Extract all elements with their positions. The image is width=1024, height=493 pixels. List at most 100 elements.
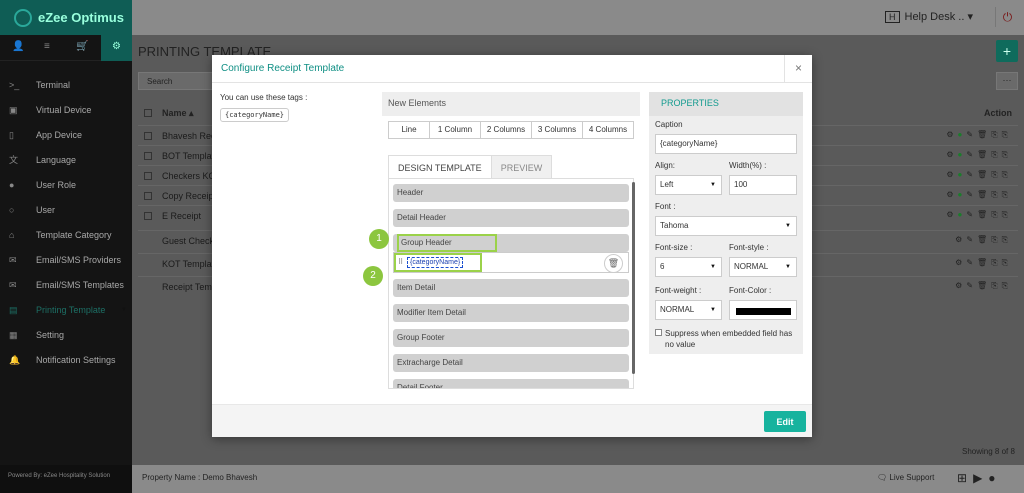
group-header-section[interactable]: Group Header: [393, 234, 629, 252]
tab-preview[interactable]: PREVIEW: [491, 155, 553, 179]
tag-category-name[interactable]: {categoryName}: [220, 108, 290, 122]
suppress-option: Suppress when embedded field has no valu…: [655, 328, 800, 350]
drag-handle-icon[interactable]: ⠿: [398, 258, 403, 266]
virtual-device-icon: ▣: [9, 105, 18, 115]
bottom-bar: Property Name : Demo Bhavesh 🗨 Live Supp…: [132, 465, 1024, 493]
detail-header-section[interactable]: Detail Header: [393, 209, 629, 227]
gear-icon: ⚙: [112, 41, 121, 52]
font-size-select[interactable]: 6: [655, 257, 722, 277]
design-scrollbar[interactable]: [632, 182, 635, 374]
suppress-checkbox[interactable]: [655, 329, 662, 336]
row-checkbox[interactable]: [144, 192, 152, 200]
sidebar-item-user-role[interactable]: ● User Role: [0, 173, 132, 198]
row-actions[interactable]: ⚙●✎🗑⎘⎘: [946, 190, 1012, 200]
font-label: Font :: [655, 202, 676, 211]
power-icon[interactable]: ⏻: [995, 7, 1019, 27]
select-all-checkbox[interactable]: [144, 109, 152, 117]
row-actions[interactable]: ⚙✎🗑⎘⎘: [955, 258, 1012, 268]
sidebar-item-label: Terminal: [36, 80, 71, 90]
four-columns-option[interactable]: 4 Columns: [583, 122, 633, 138]
two-columns-option[interactable]: 2 Columns: [481, 122, 532, 138]
play-store-icon[interactable]: ▶: [973, 471, 988, 485]
row-actions[interactable]: ⚙●✎🗑⎘⎘: [946, 130, 1012, 140]
one-column-option[interactable]: 1 Column: [430, 122, 481, 138]
group-header-label: Group Header: [397, 234, 497, 252]
sidebar-item-virtual-device[interactable]: ▣ Virtual Device: [0, 98, 132, 123]
edit-button[interactable]: Edit: [764, 411, 806, 432]
sidebar-item-template-category[interactable]: ⌂ Template Category: [0, 223, 132, 248]
apple-icon[interactable]: ●: [988, 471, 1001, 485]
sidebar-item-email-sms-templates[interactable]: ✉ Email/SMS Templates: [0, 273, 132, 298]
row-name: KOT Templat: [162, 259, 215, 269]
tab-design-template[interactable]: DESIGN TEMPLATE: [388, 155, 492, 179]
item-detail-section[interactable]: Item Detail: [393, 279, 629, 297]
align-select[interactable]: Left: [655, 175, 722, 195]
extracharge-detail-section[interactable]: Extracharge Detail: [393, 354, 629, 372]
sidebar-item-language[interactable]: 文 Language: [0, 148, 132, 173]
trash-icon[interactable]: 🗑: [604, 254, 623, 273]
windows-icon[interactable]: ⊞: [957, 471, 973, 485]
font-style-select[interactable]: NORMAL: [729, 257, 797, 277]
category-name-field[interactable]: ⠿ {categoryName}: [394, 253, 482, 272]
column-name[interactable]: Name ▴: [162, 108, 194, 119]
email-templates-icon: ✉: [9, 280, 17, 290]
sidebar-item-setting[interactable]: ▦ Setting: [0, 323, 132, 348]
row-checkbox[interactable]: [144, 132, 152, 140]
group-footer-section[interactable]: Group Footer: [393, 329, 629, 347]
line-option[interactable]: Line: [389, 122, 430, 138]
sidebar-nav: >_ Terminal ▣ Virtual Device ▯ App Device 文…: [0, 73, 132, 373]
caption-input[interactable]: {categoryName}: [655, 134, 797, 154]
row-checkbox[interactable]: [144, 172, 152, 180]
language-icon: 文: [9, 155, 19, 165]
column-action: Action: [984, 108, 1012, 118]
row-checkbox[interactable]: [144, 152, 152, 160]
three-columns-option[interactable]: 3 Columns: [532, 122, 583, 138]
header-section[interactable]: Header: [393, 184, 629, 202]
app-store-links: ⊞▶●: [957, 471, 1002, 485]
settings-tab[interactable]: ⚙: [101, 35, 132, 61]
row-name: Receipt Temp: [162, 282, 217, 292]
row-actions[interactable]: ⚙●✎🗑⎘⎘: [946, 170, 1012, 180]
row-actions[interactable]: ⚙✎🗑⎘⎘: [955, 281, 1012, 291]
column-name-label: Name: [162, 108, 187, 118]
logo[interactable]: eZee Optimus: [0, 0, 132, 35]
cart-icon[interactable]: 🛒: [76, 41, 88, 52]
sidebar-item-user[interactable]: ○ User: [0, 198, 132, 223]
caption-label: Caption: [655, 120, 683, 129]
row-actions[interactable]: ⚙●✎🗑⎘⎘: [946, 150, 1012, 160]
detail-footer-section[interactable]: Detail Footer: [393, 379, 629, 388]
close-icon[interactable]: ×: [784, 55, 812, 83]
setting-icon: ▦: [9, 330, 18, 340]
font-size-label: Font-size :: [655, 243, 693, 252]
font-weight-select[interactable]: NORMAL: [655, 300, 722, 320]
row-name: Guest Check: [162, 236, 215, 246]
terminal-icon: >_: [9, 80, 20, 90]
user-icon[interactable]: 👤: [12, 41, 24, 52]
new-elements-label: New Elements: [388, 98, 447, 108]
sidebar-item-app-device[interactable]: ▯ App Device: [0, 123, 132, 148]
modifier-item-detail-section[interactable]: Modifier Item Detail: [393, 304, 629, 322]
modal-title: Configure Receipt Template: [221, 63, 345, 74]
font-weight-label: Font-weight :: [655, 286, 702, 295]
live-support-label: Live Support: [889, 473, 935, 482]
more-options-button[interactable]: ···: [996, 72, 1018, 90]
row-checkbox[interactable]: [144, 212, 152, 220]
font-select[interactable]: Tahoma: [655, 216, 797, 236]
user-role-icon: ●: [9, 180, 15, 190]
width-input[interactable]: 100: [729, 175, 797, 195]
new-elements-header: New Elements: [382, 92, 640, 116]
row-name: Checkers KO: [162, 171, 216, 181]
help-desk-menu[interactable]: H Help Desk .. ▾: [885, 10, 973, 23]
menu-icon[interactable]: ≡: [44, 41, 50, 52]
search-input[interactable]: Search: [138, 72, 218, 90]
sidebar-item-email-sms-providers[interactable]: ✉ Email/SMS Providers: [0, 248, 132, 273]
live-support-link[interactable]: 🗨 Live Support: [877, 473, 934, 482]
font-color-picker[interactable]: [729, 300, 797, 320]
row-actions[interactable]: ⚙✎🗑⎘⎘: [955, 235, 1012, 245]
row-name: BOT Templat: [162, 151, 215, 161]
row-actions[interactable]: ⚙●✎🗑⎘⎘: [946, 210, 1012, 220]
add-button[interactable]: +: [996, 40, 1018, 62]
sidebar-item-printing-template[interactable]: ▤ Printing Template: [0, 298, 132, 323]
sidebar-item-terminal[interactable]: >_ Terminal: [0, 73, 132, 98]
sidebar-item-notification-settings[interactable]: 🔔 Notification Settings: [0, 348, 132, 373]
